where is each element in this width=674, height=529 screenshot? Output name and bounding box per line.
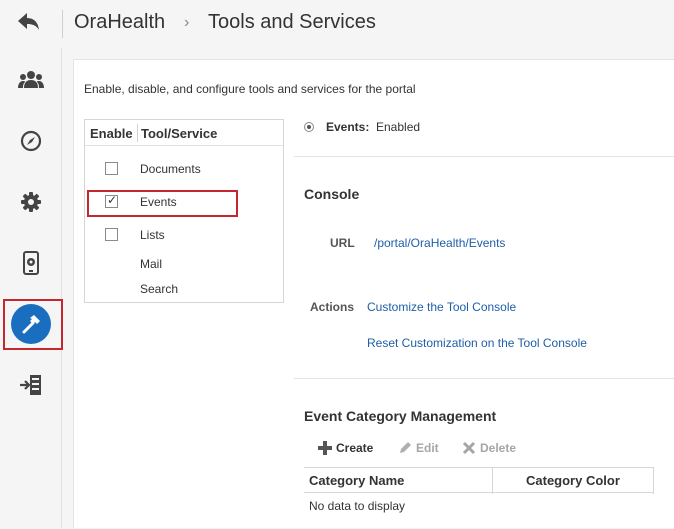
sidebar-item-tools-selected[interactable] xyxy=(3,299,63,350)
console-title: Console xyxy=(304,186,360,202)
breadcrumb-app-name[interactable]: OraHealth xyxy=(74,11,165,34)
sidebar-item-tools[interactable] xyxy=(11,304,51,344)
create-label: Create xyxy=(336,441,374,455)
sidebar-item-settings[interactable] xyxy=(0,177,62,227)
tool-label[interactable]: Mail xyxy=(140,257,162,271)
actions-label: Actions xyxy=(310,300,355,314)
tool-row-documents[interactable]: Documents xyxy=(85,158,283,182)
back-arrow-icon[interactable] xyxy=(14,10,44,36)
column-divider xyxy=(492,468,493,494)
divider xyxy=(294,156,674,157)
console-url-link[interactable]: /portal/OraHealth/Events xyxy=(374,236,505,250)
sidebar-item-export[interactable] xyxy=(0,360,62,410)
col-enable-header: Enable xyxy=(90,126,133,141)
tool-row-lists[interactable]: Lists xyxy=(85,224,283,248)
tool-list-header: Enable Tool/Service xyxy=(85,120,283,146)
delete-button[interactable]: Delete xyxy=(462,441,516,455)
pencil-icon xyxy=(400,442,411,453)
url-label: URL xyxy=(330,236,355,250)
edit-label: Edit xyxy=(416,441,439,455)
sidebar xyxy=(0,48,63,528)
col-category-color[interactable]: Category Color xyxy=(526,473,620,488)
device-settings-icon xyxy=(23,251,39,275)
compass-icon xyxy=(20,130,42,152)
sidebar-item-users[interactable] xyxy=(0,54,62,104)
page-title: Tools and Services xyxy=(208,11,376,33)
create-button[interactable]: Create xyxy=(318,441,373,455)
tool-label[interactable]: Lists xyxy=(140,228,165,242)
documents-checkbox[interactable] xyxy=(105,162,118,175)
sidebar-item-device-settings[interactable] xyxy=(0,238,62,288)
tool-label[interactable]: Documents xyxy=(140,162,201,176)
gear-icon xyxy=(21,192,41,212)
selected-tool-highlight xyxy=(87,190,238,217)
tool-detail-panel: Events: Enabled Console URL /portal/OraH… xyxy=(294,60,674,529)
col-tool-header: Tool/Service xyxy=(141,126,218,141)
tool-row-search[interactable]: Search xyxy=(85,278,283,302)
header-divider xyxy=(137,124,138,142)
edit-button[interactable]: Edit xyxy=(398,441,439,455)
customize-console-link[interactable]: Customize the Tool Console xyxy=(367,300,516,314)
category-table: Category Name Category Color No data to … xyxy=(304,467,654,517)
enabled-radio[interactable] xyxy=(304,122,314,132)
table-header: Category Name Category Color xyxy=(304,467,654,494)
header-divider xyxy=(62,10,63,38)
divider xyxy=(294,378,674,379)
lists-checkbox[interactable] xyxy=(105,228,118,241)
status-value: Enabled xyxy=(376,120,421,134)
column-edge xyxy=(653,468,654,494)
table-empty-row: No data to display xyxy=(304,493,654,517)
status-label: Events: xyxy=(326,120,370,134)
tool-row-mail[interactable]: Mail xyxy=(85,253,283,277)
main-content: Enable, disable, and configure tools and… xyxy=(73,59,674,528)
plus-icon xyxy=(318,441,332,455)
sidebar-item-navigation[interactable] xyxy=(0,116,62,166)
breadcrumb-separator: › xyxy=(184,14,190,31)
hammer-icon xyxy=(22,315,40,334)
reset-customization-link[interactable]: Reset Customization on the Tool Console xyxy=(367,336,587,350)
event-category-title: Event Category Management xyxy=(304,408,497,424)
col-category-name[interactable]: Category Name xyxy=(309,473,404,488)
export-icon xyxy=(20,375,41,395)
users-icon xyxy=(18,71,44,88)
empty-message: No data to display xyxy=(309,499,406,513)
delete-x-icon xyxy=(462,441,476,455)
delete-label: Delete xyxy=(480,441,517,455)
header: OraHealth › Tools and Services xyxy=(0,0,674,48)
tool-label[interactable]: Search xyxy=(140,282,178,296)
